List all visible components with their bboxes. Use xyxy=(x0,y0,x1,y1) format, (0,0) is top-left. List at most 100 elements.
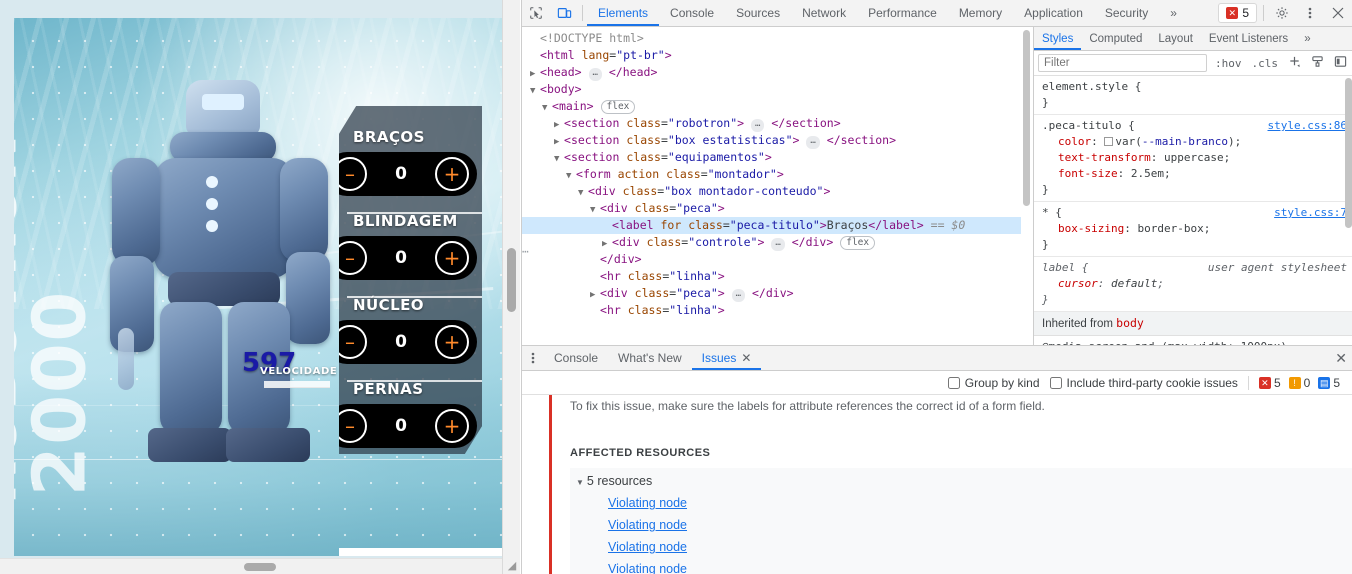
page-horizontal-scrollbar[interactable] xyxy=(0,558,502,574)
dom-node[interactable]: </div> xyxy=(530,251,1032,268)
inherited-from-header: Inherited from body xyxy=(1034,312,1352,336)
styles-tabs-overflow-icon[interactable]: » xyxy=(1296,27,1318,50)
css-rule[interactable]: style.css:7 * {box-sizing: border-box;} xyxy=(1034,202,1352,257)
gear-icon[interactable] xyxy=(1268,0,1296,26)
css-declaration[interactable]: color: var(--main-branco); xyxy=(1042,134,1347,150)
color-swatch[interactable] xyxy=(1104,137,1114,146)
dom-node[interactable]: ▼ <main> flex xyxy=(530,98,1032,115)
peca-titulo: BLINDAGEM xyxy=(353,212,458,230)
robot-illustration xyxy=(110,80,360,530)
dom-node[interactable]: ▶ <section class="robotron"> … </section> xyxy=(530,115,1032,132)
tab-console[interactable]: Console xyxy=(659,0,725,26)
drawer-tabs: Console What's New Issues ✕ ✕ xyxy=(522,346,1352,371)
elements-dom-tree[interactable]: <!DOCTYPE html> <html lang="pt-br"> ▶ <head… xyxy=(522,27,1032,345)
css-rule-source[interactable]: style.css:7 xyxy=(1274,205,1347,221)
css-declaration[interactable]: cursor: default; xyxy=(1042,276,1347,292)
third-party-cookie-checkbox[interactable]: Include third-party cookie issues xyxy=(1049,376,1238,390)
scrollbar-thumb[interactable] xyxy=(244,563,276,571)
dom-node[interactable]: ▼ <div class="box montador-conteudo"> xyxy=(530,183,1032,200)
hov-button[interactable]: :hov xyxy=(1213,57,1244,70)
scrollbar-thumb[interactable] xyxy=(1023,30,1030,206)
drawer-tab-whats-new[interactable]: What's New xyxy=(608,346,692,370)
drawer-tab-issues[interactable]: Issues ✕ xyxy=(692,346,762,370)
issues-body[interactable]: To fix this issue, make sure the labels … xyxy=(522,395,1352,574)
stat-velocidade: 597 VELOCIDADE xyxy=(242,350,337,388)
dom-node[interactable]: ▼ <form action class="montador"> xyxy=(530,166,1032,183)
tab-elements[interactable]: Elements xyxy=(587,0,659,26)
violating-node-link[interactable]: Violating node xyxy=(570,514,1352,536)
sidebar-toggle-icon[interactable] xyxy=(1332,55,1349,71)
device-toolbar-icon[interactable] xyxy=(550,0,578,26)
dom-node[interactable]: ▼ <body> xyxy=(530,81,1032,98)
increment-button[interactable]: + xyxy=(435,325,469,359)
dom-node[interactable]: ▶ <div class="peca"> … </div> xyxy=(530,285,1032,302)
tab-event-listeners[interactable]: Event Listeners xyxy=(1201,27,1296,50)
tab-sources[interactable]: Sources xyxy=(725,0,791,26)
dom-node[interactable]: ▶ <div class="controle"> … </div> flex xyxy=(530,234,1032,251)
drawer-close-icon[interactable]: ✕ xyxy=(1335,350,1347,367)
dom-node[interactable]: ▼ <section class="equipamentos"> xyxy=(530,149,1032,166)
tab-overflow-icon[interactable]: » xyxy=(1159,0,1188,26)
resize-handle-icon[interactable]: ◢ xyxy=(506,560,518,572)
more-vertical-icon[interactable] xyxy=(1296,0,1324,26)
increment-button[interactable]: + xyxy=(435,157,469,191)
inspect-element-icon[interactable] xyxy=(522,0,550,26)
more-vertical-icon[interactable] xyxy=(522,346,544,370)
scrollbar-thumb[interactable] xyxy=(507,248,516,312)
violating-node-link[interactable]: Violating node xyxy=(570,536,1352,558)
css-declaration[interactable]: font-size: 2.5em; xyxy=(1042,166,1347,182)
resources-summary-toggle[interactable]: ▼ 5 resources xyxy=(570,472,1352,492)
styles-rules-list[interactable]: element.style {} style.css:86 .peca-titulo… xyxy=(1034,76,1352,372)
css-rule[interactable]: user agent stylesheet label {cursor: defa… xyxy=(1034,257,1352,312)
issue-description-text: To fix this issue, make sure the labels … xyxy=(570,399,1045,413)
scrollbar-thumb[interactable] xyxy=(1345,78,1352,228)
tab-performance[interactable]: Performance xyxy=(857,0,948,26)
paint-icon[interactable] xyxy=(1309,55,1326,71)
tab-styles[interactable]: Styles xyxy=(1034,27,1081,50)
violating-node-link[interactable]: Violating node xyxy=(570,492,1352,514)
tab-computed[interactable]: Computed xyxy=(1081,27,1150,50)
controle-pernas: – 0 + xyxy=(339,404,477,448)
close-icon[interactable] xyxy=(1324,0,1352,26)
tree-row-menu-icon[interactable]: ⋯ xyxy=(522,243,529,260)
dom-node[interactable]: ▶ <head> … </head> xyxy=(530,64,1032,81)
error-count-badge[interactable]: ✕ 5 xyxy=(1218,3,1257,23)
cls-button[interactable]: .cls xyxy=(1250,57,1281,70)
tab-security[interactable]: Security xyxy=(1094,0,1159,26)
tab-memory[interactable]: Memory xyxy=(948,0,1013,26)
third-party-cookie-input[interactable] xyxy=(1049,376,1062,389)
dom-node[interactable]: <hr class="linha"> xyxy=(530,302,1032,319)
tab-network[interactable]: Network xyxy=(791,0,857,26)
tab-layout[interactable]: Layout xyxy=(1150,27,1201,50)
dom-node-selected[interactable]: <label for class="peca-titulo">Braços</l… xyxy=(522,217,1024,234)
close-icon[interactable]: ✕ xyxy=(741,351,751,365)
css-rule[interactable]: element.style {} xyxy=(1034,76,1352,115)
styles-scrollbar[interactable] xyxy=(1343,76,1352,372)
devtools-main: <!DOCTYPE html> <html lang="pt-br"> ▶ <head… xyxy=(522,27,1352,372)
increment-button[interactable]: + xyxy=(435,409,469,443)
controle-nucleo: – 0 + xyxy=(339,320,477,364)
dom-node[interactable]: ▼ <div class="peca"> xyxy=(530,200,1032,217)
css-rule[interactable]: style.css:86 .peca-titulo {color: var(--m… xyxy=(1034,115,1352,202)
plus-icon[interactable] xyxy=(1286,55,1303,71)
page-vertical-scrollbar[interactable] xyxy=(502,0,520,574)
tab-application[interactable]: Application xyxy=(1013,0,1094,26)
group-by-kind-checkbox[interactable]: Group by kind xyxy=(947,376,1040,390)
iniciar-producao-button[interactable]: INICIAR PRODUÇÃO xyxy=(339,548,502,556)
css-declaration[interactable]: box-sizing: border-box; xyxy=(1042,221,1347,237)
info-count: 5 xyxy=(1333,375,1340,390)
dom-node[interactable]: <html lang="pt-br"> xyxy=(530,47,1032,64)
violating-node-link[interactable]: Violating node xyxy=(570,558,1352,574)
tree-scrollbar[interactable] xyxy=(1021,27,1032,345)
dom-node[interactable]: <hr class="linha"> xyxy=(530,268,1032,285)
inherited-source-tag: body xyxy=(1116,316,1144,330)
css-rule-source[interactable]: style.css:86 xyxy=(1268,118,1347,134)
dom-node[interactable]: ▶ <section class="box estatisticas"> … </… xyxy=(530,132,1032,149)
dom-node[interactable]: <!DOCTYPE html> xyxy=(530,30,1032,47)
css-declaration[interactable]: text-transform: uppercase; xyxy=(1042,150,1347,166)
increment-button[interactable]: + xyxy=(435,241,469,275)
drawer-tab-console[interactable]: Console xyxy=(544,346,608,370)
peca-valor: 0 xyxy=(395,332,407,352)
styles-filter-input[interactable] xyxy=(1038,54,1207,72)
group-by-kind-input[interactable] xyxy=(947,376,960,389)
